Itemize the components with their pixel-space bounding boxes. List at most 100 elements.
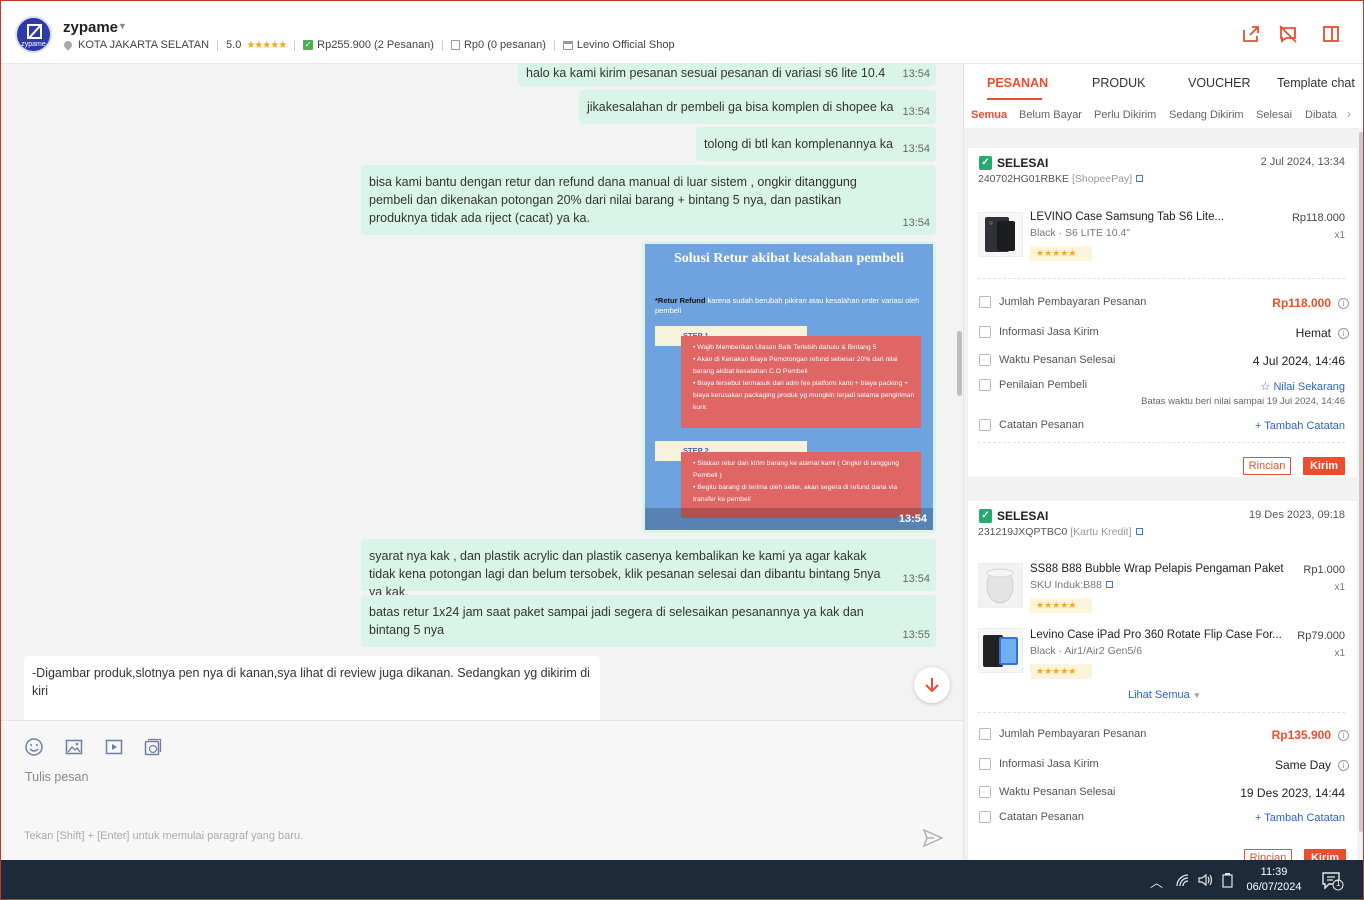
buyer-total-spent: Rp255.900 (2 Pesanan) xyxy=(317,39,434,51)
filter-to-ship[interactable]: Perlu Dikirim xyxy=(1094,109,1156,121)
chat-off-icon[interactable] xyxy=(1278,24,1298,44)
ipad-case-icon xyxy=(983,635,1018,667)
rate-now-link[interactable]: ☆ Nilai Sekarang xyxy=(1261,380,1345,393)
info-icon[interactable]: i xyxy=(1338,760,1349,771)
link-icon[interactable] xyxy=(1105,581,1113,588)
chat-messages[interactable]: halo ka kami kirim pesanan sesuai pesana… xyxy=(0,64,963,720)
shipping-service: Hemat xyxy=(1295,326,1331,340)
shop-icon xyxy=(562,40,573,50)
see-all-products-link[interactable]: Lihat Semua ▼ xyxy=(1128,689,1201,701)
chevron-right-icon[interactable]: › xyxy=(1347,107,1351,121)
product-qty: x1 xyxy=(1334,582,1345,593)
message-text: batas retur 1x24 jam saat paket sampai j… xyxy=(369,605,864,637)
product-thumbnail[interactable] xyxy=(978,563,1023,608)
tab-orders[interactable]: PESANAN xyxy=(987,76,1048,90)
network-icon[interactable] xyxy=(1175,873,1191,887)
order-status: ✓ SELESAI xyxy=(979,509,1048,523)
divider xyxy=(441,39,443,51)
message-time: 13:54 xyxy=(902,106,930,118)
product-price: Rp118.000 xyxy=(1291,212,1345,224)
info-icon[interactable]: i xyxy=(1338,730,1349,741)
message-text: halo ka kami kirim pesanan sesuai pesana… xyxy=(526,66,886,80)
chevron-down-icon[interactable]: ▼ xyxy=(118,21,127,31)
filter-cancelled[interactable]: Dibata xyxy=(1305,109,1343,121)
side-panel-icon[interactable] xyxy=(1321,24,1341,44)
active-tab-indicator xyxy=(987,98,1042,100)
image-title: Solusi Retur akibat kesalahan pembeli xyxy=(673,251,904,266)
filter-completed[interactable]: Selesai xyxy=(1256,109,1292,121)
product-variant: Black · Air1/Air2 Gen5/6 xyxy=(1030,645,1143,657)
buyer-location: KOTA JAKARTA SELATAN xyxy=(78,39,210,51)
send-icon[interactable] xyxy=(923,829,943,847)
order-date: 19 Des 2023, 09:18 xyxy=(1248,509,1345,521)
add-note-link[interactable]: + Tambah Catatan xyxy=(1255,420,1345,432)
message-input[interactable]: Tulis pesan xyxy=(25,770,88,784)
chat-scrollbar[interactable] xyxy=(957,331,962,396)
product-name[interactable]: LEVINO Case Samsung Tab S6 Lite... xyxy=(1030,211,1285,223)
message-composer[interactable]: Tulis pesan Tekan [Shift] + [Enter] untu… xyxy=(0,720,963,860)
message-time: 13:54 xyxy=(902,143,930,155)
payment-icon xyxy=(979,728,991,740)
scroll-to-bottom-button[interactable] xyxy=(914,667,950,703)
bag-icon xyxy=(450,40,460,50)
order-status: ✓ SELESAI xyxy=(979,156,1048,170)
return-guide-image[interactable]: Solusi Retur akibat kesalahan pembeli *R… xyxy=(645,244,933,530)
message-bubble: bisa kami bantu dengan retur dan refund … xyxy=(361,165,936,235)
buyer-name[interactable]: zypame xyxy=(63,19,118,36)
tab-vouchers[interactable]: VOUCHER xyxy=(1188,76,1251,90)
notification-icon[interactable] xyxy=(1322,871,1344,891)
store-name: Levino Official Shop xyxy=(576,39,675,51)
message-text: -Digambar produk,slotnya pen nya di kana… xyxy=(32,666,590,698)
row-label: Informasi Jasa Kirim xyxy=(999,758,1099,770)
windows-taskbar: ︿ 11:39 06/07/2024 1 xyxy=(0,860,1364,900)
message-text: bisa kami bantu dengan retur dan refund … xyxy=(369,175,857,225)
divider xyxy=(553,39,555,51)
product-name[interactable]: SS88 B88 Bubble Wrap Pelapis Pengaman Pa… xyxy=(1030,563,1285,575)
buyer-rating: 5.0 xyxy=(226,39,242,51)
product-price: Rp1.000 xyxy=(1303,564,1345,576)
product-thumbnail[interactable] xyxy=(978,628,1023,673)
video-icon[interactable] xyxy=(105,738,123,756)
buyer-pending: Rp0 (0 pesanan) xyxy=(463,39,546,51)
order-detail-button[interactable]: Rincian xyxy=(1244,849,1292,860)
emoji-icon[interactable] xyxy=(25,738,43,756)
battery-icon[interactable] xyxy=(1221,872,1235,888)
panel-scrollbar[interactable] xyxy=(1359,132,1363,832)
avatar-text: zypame xyxy=(21,41,46,48)
order-id[interactable]: 231219JXQPTBC0 [Kartu Kredit] xyxy=(978,526,1143,538)
completion-time: 19 Des 2023, 14:44 xyxy=(1240,786,1345,800)
shop-avatar[interactable]: zypame xyxy=(15,16,52,53)
order-detail-button[interactable]: Rincian xyxy=(1243,457,1291,475)
info-icon[interactable]: i xyxy=(1338,298,1349,309)
sticker-icon[interactable] xyxy=(144,738,162,756)
tab-chat-templates[interactable]: Template chat xyxy=(1277,76,1355,90)
system-clock[interactable]: 11:39 06/07/2024 xyxy=(1238,865,1310,895)
tab-products[interactable]: PRODUK xyxy=(1092,76,1145,90)
buyer-meta: KOTA JAKARTA SELATAN 5.0 ★★★★★ ✓ Rp255.9… xyxy=(62,39,675,51)
order-id[interactable]: 240702HG01RBKE [ShopeePay] xyxy=(978,173,1144,185)
row-label: Catatan Pesanan xyxy=(999,811,1085,823)
chevron-up-icon[interactable]: ︿ xyxy=(1150,872,1163,891)
filter-all[interactable]: Semua xyxy=(971,109,1007,121)
truck-icon xyxy=(979,326,991,338)
product-name[interactable]: Levino Case iPad Pro 360 Rotate Flip Cas… xyxy=(1030,629,1285,641)
step-1-box: • Wajib Memberikan Ulasan Baik Terlebih … xyxy=(681,336,921,428)
message-bubble: halo ka kami kirim pesanan sesuai pesana… xyxy=(518,64,936,86)
message-time: 13:54 xyxy=(902,217,930,229)
send-order-button[interactable]: Kirim xyxy=(1303,457,1345,475)
add-note-link[interactable]: + Tambah Catatan xyxy=(1255,812,1345,824)
image-message[interactable]: Solusi Retur akibat kesalahan pembeli *R… xyxy=(642,241,936,533)
product-rating: ★★★★★ xyxy=(1030,598,1092,613)
link-icon[interactable] xyxy=(1136,175,1144,182)
shipping-service: Same Day xyxy=(1274,758,1331,772)
image-icon[interactable] xyxy=(65,738,83,756)
filter-unpaid[interactable]: Belum Bayar xyxy=(1019,109,1082,121)
link-icon[interactable] xyxy=(1135,528,1143,535)
send-order-button[interactable]: Kirim xyxy=(1304,849,1346,860)
filter-shipping[interactable]: Sedang Dikirim xyxy=(1169,109,1244,121)
volume-icon[interactable] xyxy=(1197,873,1213,887)
share-icon[interactable] xyxy=(1241,24,1261,44)
info-icon[interactable]: i xyxy=(1338,328,1349,339)
product-thumbnail[interactable] xyxy=(978,212,1023,257)
message-bubble: batas retur 1x24 jam saat paket sampai j… xyxy=(361,595,936,647)
